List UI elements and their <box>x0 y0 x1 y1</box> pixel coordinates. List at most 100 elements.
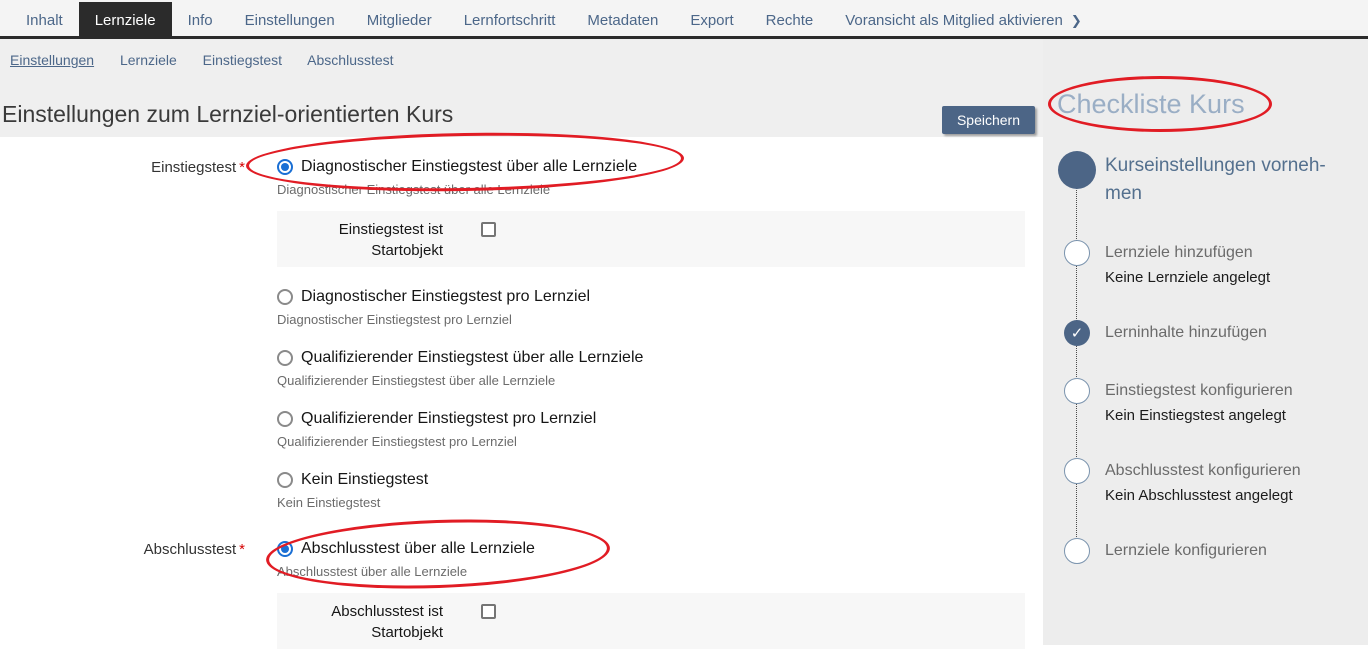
field-label-text: Abschlusstest <box>144 541 237 558</box>
einstiegstest-options: Diagnostischer Einstiegstest über alle L… <box>277 157 1025 511</box>
step-open-icon <box>1064 240 1090 266</box>
tab-mitglieder[interactable]: Mitglieder <box>351 4 448 36</box>
abschlusstest-startobjekt-checkbox[interactable] <box>481 604 496 619</box>
einstiegstest-startobjekt-panel: Einstiegstest ist Startobjekt <box>277 211 1025 267</box>
checklist-item-text: Kurseinstellungen vorneh­men <box>1105 151 1350 208</box>
sub-tab-bar: Einstellungen Lernziele Einstiegstest Ab… <box>0 39 1043 68</box>
checklist-item-text: Abschlusstest konfigurieren Kein Abschlu… <box>1105 458 1301 506</box>
option-kein-einstiegstest: Kein Einstiegstest Kein Einstiegstest <box>277 470 1025 511</box>
main-content: Einstellungen Lernziele Einstiegstest Ab… <box>0 39 1043 645</box>
checklist-item-label: Abschlusstest konfigurieren <box>1105 458 1301 481</box>
chevron-right-icon: ❯ <box>1071 13 1082 29</box>
radio-button[interactable] <box>277 350 293 366</box>
option-qualifizierend-alle: Qualifizierender Einstiegstest über alle… <box>277 348 1025 389</box>
required-marker: * <box>239 541 245 558</box>
field-einstiegstest: Einstiegstest* Diagnostischer Einstiegst… <box>0 157 1043 511</box>
option-abschlusstest-alle: Abschlusstest über alle Lernziele Abschl… <box>277 539 1025 649</box>
radio-label: Abschlusstest über alle Lernziele <box>301 539 535 559</box>
radio-label: Diagnostischer Einstiegstest über alle L… <box>301 157 637 177</box>
checklist-item-text: Lerninhalte hinzufügen <box>1105 320 1267 346</box>
tab-lernziele[interactable]: Lernziele <box>79 2 172 36</box>
checklist-icon-col <box>1057 151 1097 208</box>
field-abschlusstest: Abschlusstest* Abschlusstest über alle L… <box>0 539 1043 649</box>
checklist-item-lernziele-konfigurieren[interactable]: Lernziele konfigurieren <box>1057 538 1360 564</box>
checklist-item-label: Lernziele hinzufügen <box>1105 240 1270 263</box>
radio-row[interactable]: Kein Einstiegstest <box>277 470 1025 490</box>
checklist-item-text: Lernziele konfigurieren <box>1105 538 1267 564</box>
subtab-einstellungen[interactable]: Einstellungen <box>10 52 94 68</box>
radio-row[interactable]: Diagnostischer Einstiegstest über alle L… <box>277 157 1025 177</box>
checklist-item-lernziele-hinzufuegen[interactable]: Lernziele hinzufügen Keine Lernziele ang… <box>1057 240 1360 288</box>
tab-info[interactable]: Info <box>172 4 229 36</box>
field-label-einstiegstest: Einstiegstest* <box>0 157 245 511</box>
radio-row[interactable]: Qualifizierender Einstiegstest über alle… <box>277 348 1025 368</box>
radio-button[interactable] <box>277 289 293 305</box>
startobjekt-label: Abschlusstest ist Startobjekt <box>277 601 443 643</box>
startobjekt-label: Einstiegstest ist Startobjekt <box>277 219 443 261</box>
einstiegstest-startobjekt-checkbox[interactable] <box>481 222 496 237</box>
checklist-item-text: Einstiegstest konfigurieren Kein Einstie… <box>1105 378 1293 426</box>
subtab-einstiegstest[interactable]: Einstiegstest <box>203 52 282 68</box>
tab-einstellungen[interactable]: Einstellungen <box>229 4 351 36</box>
checklist-item-abschlusstest[interactable]: Abschlusstest konfigurieren Kein Abschlu… <box>1057 458 1360 506</box>
tab-metadaten[interactable]: Metadaten <box>571 4 674 36</box>
option-diagnostisch-pro: Diagnostischer Einstiegstest pro Lernzie… <box>277 287 1025 328</box>
tab-voransicht-als-mitglied[interactable]: Voransicht als Mitglied aktivieren ❯ <box>829 4 1098 36</box>
tab-inhalt[interactable]: Inhalt <box>10 4 79 36</box>
radio-button[interactable] <box>277 159 293 175</box>
checklist-item-label: Lerninhalte hinzufügen <box>1105 320 1267 343</box>
step-open-icon <box>1064 458 1090 484</box>
top-tab-bar: Inhalt Lernziele Info Einstellungen Mitg… <box>0 0 1368 39</box>
course-checklist: Kurseinstellungen vorneh­men Lernziele h… <box>1057 151 1360 564</box>
radio-button[interactable] <box>277 411 293 427</box>
radio-button[interactable] <box>277 472 293 488</box>
checklist-item-einstiegstest[interactable]: Einstiegstest konfigurieren Kein Einstie… <box>1057 378 1360 426</box>
checklist-item-label: Kurseinstellungen vorneh­men <box>1105 151 1350 208</box>
page-header: Einstellungen Lernziele Einstiegstest Ab… <box>0 39 1043 137</box>
step-active-icon <box>1058 151 1096 189</box>
option-diagnostisch-alle: Diagnostischer Einstiegstest über alle L… <box>277 157 1025 267</box>
step-open-icon <box>1064 538 1090 564</box>
checklist-item-status: Kein Abschlusstest angelegt <box>1105 486 1301 506</box>
settings-form: Einstiegstest* Diagnostischer Einstiegst… <box>0 137 1043 649</box>
checklist-sidebar: Checkliste Kurs Kurseinstellungen vorneh… <box>1043 39 1368 645</box>
radio-label: Diagnostischer Einstiegstest pro Lernzie… <box>301 287 590 307</box>
field-label-abschlusstest: Abschlusstest* <box>0 539 245 649</box>
radio-row[interactable]: Qualifizierender Einstiegstest pro Lernz… <box>277 409 1025 429</box>
radio-label: Qualifizierender Einstiegstest über alle… <box>301 348 643 368</box>
radio-label: Kein Einstiegstest <box>301 470 428 490</box>
option-qualifizierend-pro: Qualifizierender Einstiegstest pro Lernz… <box>277 409 1025 450</box>
tab-voransicht-label: Voransicht als Mitglied aktivieren <box>845 12 1063 29</box>
radio-byline: Qualifizierender Einstiegstest über alle… <box>277 373 1025 389</box>
checklist-item-label: Einstiegstest konfigurieren <box>1105 378 1293 401</box>
tab-rechte[interactable]: Rechte <box>750 4 830 36</box>
checklist-icon-col <box>1057 458 1097 506</box>
checklist-item-lerninhalte[interactable]: ✓ Lerninhalte hinzufügen <box>1057 320 1360 346</box>
checklist-item-text: Lernziele hinzufügen Keine Lernziele ang… <box>1105 240 1270 288</box>
radio-byline: Diagnostischer Einstiegstest pro Lernzie… <box>277 312 1025 328</box>
subtab-lernziele[interactable]: Lernziele <box>120 52 177 68</box>
checklist-icon-col <box>1057 240 1097 288</box>
radio-row[interactable]: Abschlusstest über alle Lernziele <box>277 539 1025 559</box>
radio-button[interactable] <box>277 541 293 557</box>
step-done-check-icon: ✓ <box>1064 320 1090 346</box>
tab-export[interactable]: Export <box>674 4 749 36</box>
step-open-icon <box>1064 378 1090 404</box>
subtab-abschlusstest[interactable]: Abschlusstest <box>307 52 393 68</box>
radio-byline: Diagnostischer Einstiegstest über alle L… <box>277 182 1025 198</box>
checklist-title: Checkliste Kurs <box>1057 88 1360 120</box>
required-marker: * <box>239 159 245 176</box>
field-label-text: Einstiegstest <box>151 159 236 176</box>
checklist-icon-col: ✓ <box>1057 320 1097 346</box>
page-title: Einstellungen zum Lernziel-orientierten … <box>2 101 453 128</box>
radio-row[interactable]: Diagnostischer Einstiegstest pro Lernzie… <box>277 287 1025 307</box>
radio-byline: Kein Einstiegstest <box>277 495 1025 511</box>
checklist-item-status: Kein Einstiegstest angelegt <box>1105 406 1293 426</box>
radio-byline: Qualifizierender Einstiegstest pro Lernz… <box>277 434 1025 450</box>
tab-lernfortschritt[interactable]: Lernfortschritt <box>448 4 572 36</box>
save-button[interactable]: Speichern <box>942 106 1035 134</box>
checklist-item-status: Keine Lernziele angelegt <box>1105 268 1270 288</box>
checklist-item-kurseinstellungen[interactable]: Kurseinstellungen vorneh­men <box>1057 151 1360 208</box>
abschlusstest-startobjekt-panel: Abschlusstest ist Startobjekt <box>277 593 1025 649</box>
radio-label: Qualifizierender Einstiegstest pro Lernz… <box>301 409 596 429</box>
